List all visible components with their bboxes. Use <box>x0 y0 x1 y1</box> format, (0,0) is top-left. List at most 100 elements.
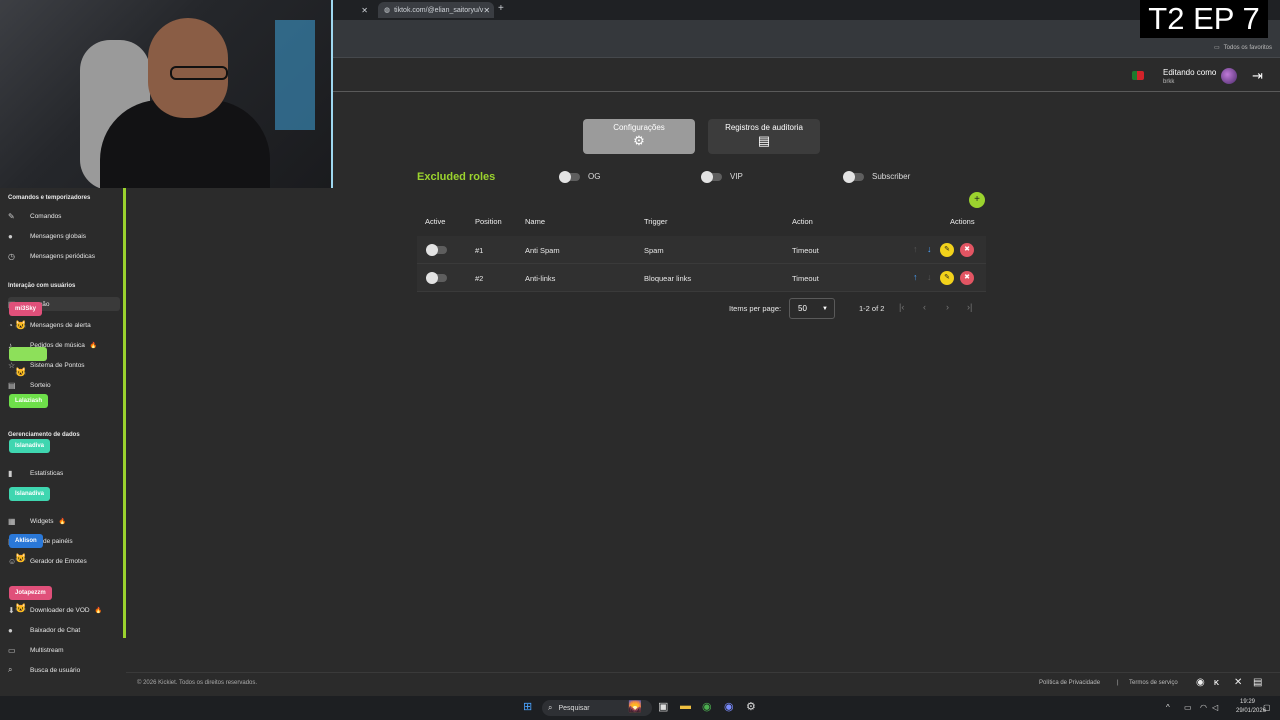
column-header-trigger: Trigger <box>644 217 668 226</box>
caret-down-icon: ▼ <box>822 305 828 312</box>
copyright: © 2026 Kickiet. Todos os direitos reserv… <box>137 680 258 686</box>
chat-icon: ● <box>8 231 13 241</box>
last-page-icon[interactable]: ›| <box>967 302 972 312</box>
widgets-icon[interactable]: 🌄 <box>628 700 642 713</box>
fire-icon: 🔥 <box>94 607 103 614</box>
move-down-icon[interactable]: ↓ <box>927 244 932 254</box>
settings-button-label: Configurações <box>613 123 665 132</box>
sidebar-section-title: Interação com usuários <box>8 283 76 289</box>
chrome-icon[interactable]: ◉ <box>702 700 712 713</box>
sidebar-item-comandos[interactable]: ✎ Comandos <box>8 209 120 223</box>
sidebar-item-widgets[interactable]: ▦ Widgets 🔥 <box>8 514 120 528</box>
editing-as-label: Editando como <box>1163 68 1217 77</box>
browser-tab[interactable]: ✕ <box>334 2 374 18</box>
row-position: #1 <box>475 246 484 255</box>
page-range: 1-2 of 2 <box>859 304 885 313</box>
active-toggle[interactable] <box>426 272 447 284</box>
sidebar-item-mensagens-globais[interactable]: ● Mensagens globais <box>8 229 120 243</box>
row-name: Anti-links <box>525 274 556 283</box>
close-tab-icon[interactable]: ✕ <box>483 6 490 15</box>
row-trigger: Spam <box>644 246 664 255</box>
browser-tab-active[interactable]: ◍ tiktok.com/@elian_saitoryu/v ✕ <box>378 2 494 18</box>
footer <box>126 672 1280 696</box>
clock-time[interactable]: 19:29 <box>1240 699 1255 705</box>
add-rule-button[interactable]: + <box>969 192 985 208</box>
sidebar-item-baixador-chat[interactable]: ● Baixador de Chat <box>8 623 120 637</box>
task-view-icon[interactable]: ▣ <box>658 700 668 713</box>
role-subscriber[interactable]: Subscriber <box>843 170 910 183</box>
clock-date[interactable]: 29/01/2026 <box>1236 708 1266 714</box>
audit-log-button-label: Registros de auditoria <box>725 123 803 132</box>
role-og[interactable]: OG <box>559 170 600 183</box>
move-up-icon[interactable]: ↑ <box>913 272 918 282</box>
notification-icon[interactable]: ▢ <box>1263 703 1271 712</box>
privacy-link[interactable]: Política de Privacidade <box>1039 680 1100 686</box>
avatar[interactable] <box>1221 68 1237 84</box>
sidebar-item-busca-usuario[interactable]: ⌕ Busca de usuário <box>8 663 120 677</box>
network-icon[interactable]: ▭ <box>1184 703 1192 712</box>
sidebar-scrollbar[interactable] <box>123 188 126 638</box>
previous-page-icon[interactable]: ‹ <box>923 302 926 312</box>
document-icon[interactable]: ▤ <box>1253 677 1262 688</box>
role-vip[interactable]: VIP <box>701 170 743 183</box>
wifi-icon[interactable]: ◠ <box>1200 703 1207 712</box>
delete-icon[interactable]: ✖ <box>960 243 974 257</box>
file-explorer-icon[interactable]: ▬ <box>680 700 691 712</box>
fire-icon: 🔥 <box>89 342 98 349</box>
move-up-icon[interactable]: ↑ <box>913 244 918 254</box>
discord-icon[interactable]: ◉ <box>1196 677 1205 688</box>
column-header-action: Action <box>792 217 813 226</box>
emote-icon: 😺 <box>15 553 27 563</box>
sidebar-item-multistream[interactable]: ▭ Multistream <box>8 643 120 657</box>
document-icon: ▤ <box>757 133 771 148</box>
column-header-actions: Actions <box>950 217 975 226</box>
close-tab-icon[interactable]: ✕ <box>361 6 368 15</box>
windows-start-icon[interactable]: ⊞ <box>523 700 532 713</box>
role-og-toggle[interactable] <box>559 170 580 183</box>
favorites-folder[interactable]: ▭ Todos os favoritos <box>1213 44 1272 52</box>
edit-icon[interactable]: ✎ <box>940 271 954 285</box>
search-icon: ⌕ <box>8 665 13 674</box>
role-subscriber-toggle[interactable] <box>843 170 864 183</box>
role-vip-toggle[interactable] <box>701 170 722 183</box>
settings-icon[interactable]: ⚙ <box>746 700 756 713</box>
chevron-up-icon[interactable]: ^ <box>1166 703 1170 712</box>
sidebar-item-sorteio[interactable]: ▤ Sorteio <box>8 378 120 392</box>
globe-icon: ◍ <box>384 7 391 14</box>
settings-button[interactable]: Configurações ⚙ <box>583 119 695 154</box>
items-per-page-select[interactable]: 50 ▼ <box>789 298 835 319</box>
new-tab-icon[interactable]: + <box>498 3 504 14</box>
emote-icon: 😺 <box>15 320 27 330</box>
volume-icon[interactable]: ◁ <box>1212 703 1218 712</box>
discord-icon[interactable]: ◉ <box>724 700 734 713</box>
move-down-icon[interactable]: ↓ <box>927 272 932 282</box>
widget-icon: ▦ <box>8 516 16 526</box>
kick-icon[interactable]: K <box>1214 680 1219 687</box>
next-page-icon[interactable]: › <box>946 302 949 312</box>
sidebar-section-title: Comandos e temporizadores <box>8 195 91 201</box>
folder-icon: ▭ <box>1213 45 1220 51</box>
chat-name-chip: Aklison <box>9 534 43 548</box>
emote-icon: 😺 <box>15 367 27 377</box>
delete-icon[interactable]: ✖ <box>960 271 974 285</box>
sidebar-item-estatisticas[interactable]: ▮ Estatísticas <box>8 466 120 480</box>
active-toggle[interactable] <box>426 244 447 256</box>
wrench-icon: ✎ <box>8 211 15 221</box>
stats-icon: ▮ <box>8 468 13 478</box>
chat-name-chip: Islanadiva <box>9 439 51 453</box>
chat-download-icon: ● <box>8 625 13 635</box>
sidebar-item-mensagens-periodicas[interactable]: ◷ Mensagens periódicas <box>8 249 120 263</box>
x-icon[interactable]: ✕ <box>1234 677 1242 688</box>
items-per-page-label: Items per page: <box>729 304 782 313</box>
first-page-icon[interactable]: |‹ <box>899 302 904 312</box>
webcam-overlay <box>0 0 333 188</box>
edit-icon[interactable]: ✎ <box>940 243 954 257</box>
terms-link[interactable]: Termos de serviço <box>1129 680 1178 686</box>
audit-log-button[interactable]: Registros de auditoria ▤ <box>708 119 820 154</box>
language-flag-icon[interactable] <box>1132 71 1144 80</box>
logout-icon[interactable]: ⇥ <box>1252 68 1263 84</box>
editing-username: brkk <box>1163 79 1175 85</box>
tab-title: tiktok.com/@elian_saitoryu/v <box>394 6 484 14</box>
excluded-roles-title: Excluded roles <box>417 171 496 183</box>
gift-icon: ▤ <box>8 380 16 390</box>
